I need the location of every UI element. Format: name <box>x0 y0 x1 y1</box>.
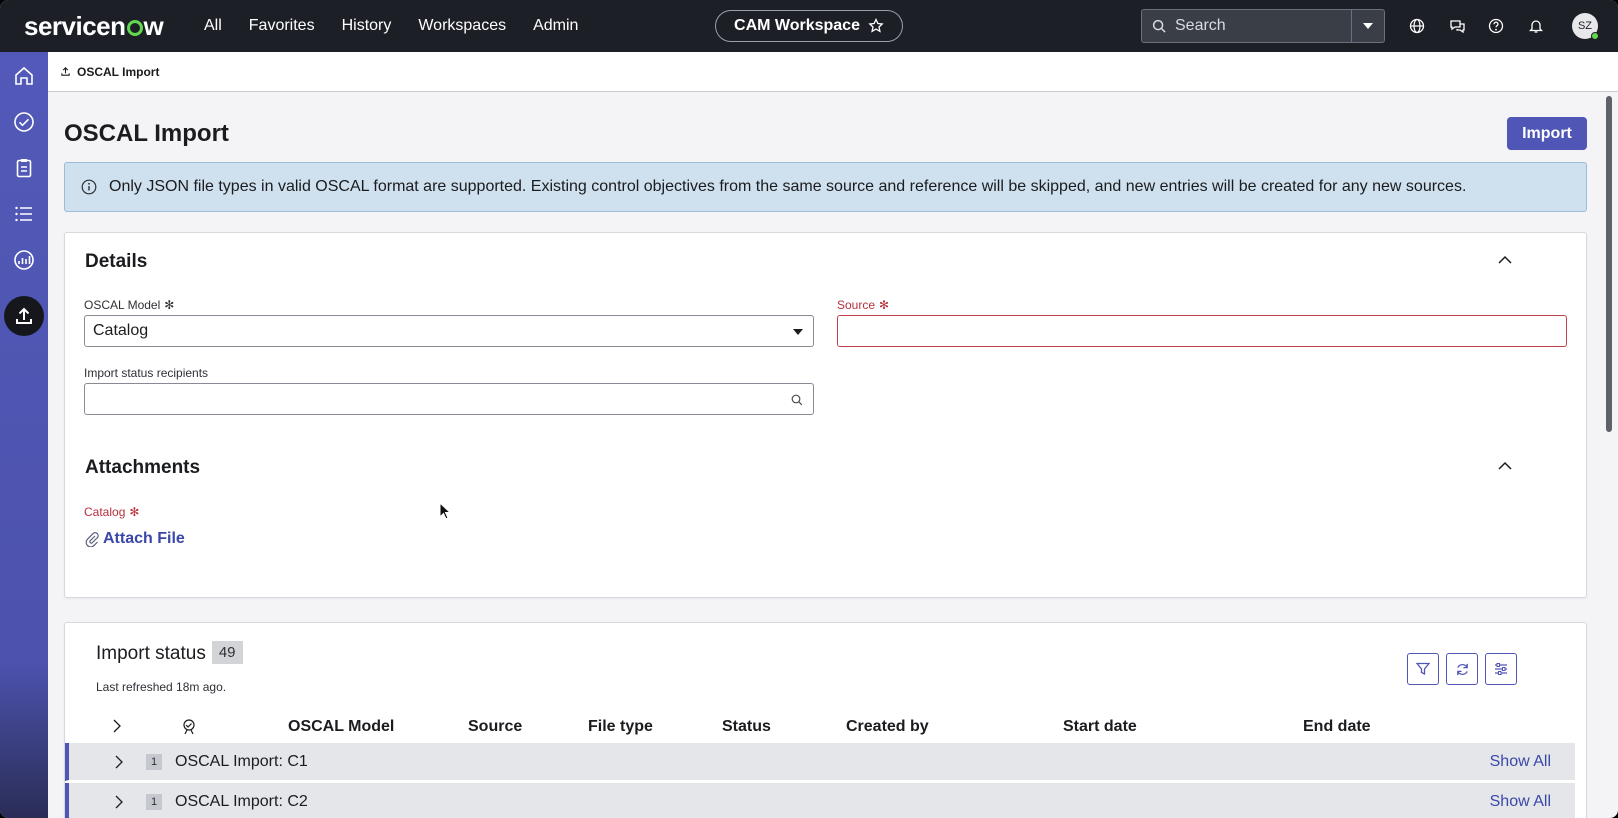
attach-file-link[interactable]: Attach File <box>85 530 185 548</box>
catalog-label-text: Catalog <box>84 505 126 519</box>
import-button[interactable]: Import <box>1507 117 1587 150</box>
caret-down-icon <box>1363 23 1373 29</box>
column-header[interactable]: File type <box>588 718 653 736</box>
attach-file-label: Attach File <box>103 530 185 547</box>
column-header[interactable]: Start date <box>1063 718 1137 736</box>
nav-links: All Favorites History Workspaces Admin <box>204 17 605 35</box>
import-status-title: Import status 49 <box>96 641 243 665</box>
column-header[interactable]: Status <box>722 718 771 736</box>
avatar-initials: SZ <box>1577 20 1593 32</box>
breadcrumb-tab[interactable]: OSCAL Import <box>77 65 159 79</box>
main-content: OSCAL Import Import Only JSON file types… <box>48 92 1608 818</box>
group-row[interactable]: 1 OSCAL Import: C1 Show All <box>65 743 1575 781</box>
breadcrumb: OSCAL Import <box>48 52 1618 92</box>
column-header[interactable]: OSCAL Model <box>288 718 394 736</box>
nav-history[interactable]: History <box>342 17 392 35</box>
info-banner: Only JSON file types in valid OSCAL form… <box>64 162 1587 212</box>
recipients-label: Import status recipients <box>84 366 209 380</box>
mouse-cursor-icon <box>439 502 451 520</box>
group-name: OSCAL Import: C1 <box>175 753 308 770</box>
group-count: 1 <box>146 794 162 810</box>
refresh-button[interactable] <box>1446 653 1478 685</box>
refresh-icon <box>1456 663 1468 675</box>
group-by-icon[interactable] <box>180 718 198 741</box>
paperclip-icon <box>85 532 99 547</box>
required-asterisk-icon: ✻ <box>164 298 175 312</box>
details-card: Details OSCAL Model ✻ Catalog Source ✻ Imp… <box>64 232 1587 598</box>
nav-workspaces[interactable]: Workspaces <box>418 17 506 35</box>
filter-icon <box>1416 662 1430 676</box>
nav-all[interactable]: All <box>204 17 222 35</box>
attachments-title: Attachments <box>85 457 201 478</box>
chevron-right-icon[interactable] <box>115 755 123 769</box>
caret-down-icon <box>793 329 803 335</box>
clipboard-icon[interactable] <box>12 156 36 180</box>
help-icon[interactable] <box>1486 16 1506 36</box>
analytics-gauge-icon[interactable] <box>12 248 36 272</box>
required-asterisk-icon: ✻ <box>129 505 140 519</box>
column-header[interactable]: Source <box>468 718 522 736</box>
chevron-right-icon[interactable] <box>113 719 121 738</box>
source-input[interactable] <box>837 315 1567 347</box>
search-placeholder: Search <box>1175 17 1226 34</box>
list-icon[interactable] <box>12 202 36 226</box>
source-label: Source ✻ <box>837 298 889 312</box>
home-icon[interactable] <box>12 64 36 88</box>
group-name: OSCAL Import: C2 <box>175 793 308 810</box>
nav-favorites[interactable]: Favorites <box>249 17 315 35</box>
sliders-icon <box>1495 663 1507 675</box>
star-icon[interactable] <box>868 18 884 34</box>
presence-dot <box>1591 32 1599 40</box>
user-avatar[interactable]: SZ <box>1572 13 1599 40</box>
workspace-pill[interactable]: CAM Workspace <box>715 10 903 42</box>
bell-icon[interactable] <box>1526 16 1546 36</box>
info-message: Only JSON file types in valid OSCAL form… <box>109 178 1467 195</box>
required-asterisk-icon: ✻ <box>879 298 890 312</box>
search-icon <box>1152 19 1166 33</box>
search-scope-dropdown[interactable] <box>1352 9 1385 43</box>
globe-icon[interactable] <box>1407 16 1427 36</box>
settings-button[interactable] <box>1485 653 1517 685</box>
last-refreshed: Last refreshed 18m ago. <box>96 680 227 694</box>
search-icon <box>791 394 803 406</box>
chevron-up-icon[interactable] <box>1497 251 1513 267</box>
group-count: 1 <box>146 754 162 770</box>
chevron-up-icon[interactable] <box>1497 457 1513 473</box>
recipients-input[interactable] <box>84 383 814 415</box>
upload-icon <box>61 67 70 76</box>
source-label-text: Source <box>837 298 876 312</box>
table-header: OSCAL Model Source File type Status Crea… <box>65 709 1575 743</box>
oscal-model-select[interactable]: Catalog <box>84 315 814 347</box>
oscal-model-label-text: OSCAL Model <box>84 298 161 312</box>
column-header[interactable]: End date <box>1303 718 1371 736</box>
app-window: servicen w All Favorites History Workspac… <box>0 0 1618 818</box>
catalog-label: Catalog ✻ <box>84 505 139 519</box>
details-title: Details <box>85 251 148 272</box>
upload-icon <box>16 307 32 324</box>
oscal-model-value: Catalog <box>93 322 149 339</box>
chevron-right-icon[interactable] <box>115 795 123 809</box>
top-nav: servicen w All Favorites History Workspac… <box>0 0 1618 52</box>
servicenow-logo[interactable]: servicen w <box>24 11 174 41</box>
left-rail <box>0 52 48 818</box>
import-status-title-text: Import status <box>96 643 206 664</box>
show-all-link[interactable]: Show All <box>1490 793 1551 811</box>
page-scrollbar[interactable] <box>1606 96 1612 432</box>
oscal-model-label: OSCAL Model ✻ <box>84 298 174 312</box>
page-title: OSCAL Import <box>64 120 229 147</box>
info-icon <box>81 179 97 195</box>
show-all-link[interactable]: Show All <box>1490 753 1551 771</box>
check-circle-icon[interactable] <box>12 110 36 134</box>
group-row[interactable]: 1 OSCAL Import: C2 Show All <box>65 783 1575 818</box>
chat-icon[interactable] <box>1447 16 1467 36</box>
oscal-import-nav[interactable] <box>4 296 44 336</box>
nav-admin[interactable]: Admin <box>533 17 578 35</box>
workspace-name: CAM Workspace <box>734 17 860 34</box>
column-header[interactable]: Created by <box>846 718 929 736</box>
filter-button[interactable] <box>1407 653 1439 685</box>
global-search-input[interactable]: Search <box>1141 9 1352 43</box>
count-badge: 49 <box>211 641 243 664</box>
import-status-card: Import status 49 Last refreshed 18m ago. … <box>64 622 1587 818</box>
